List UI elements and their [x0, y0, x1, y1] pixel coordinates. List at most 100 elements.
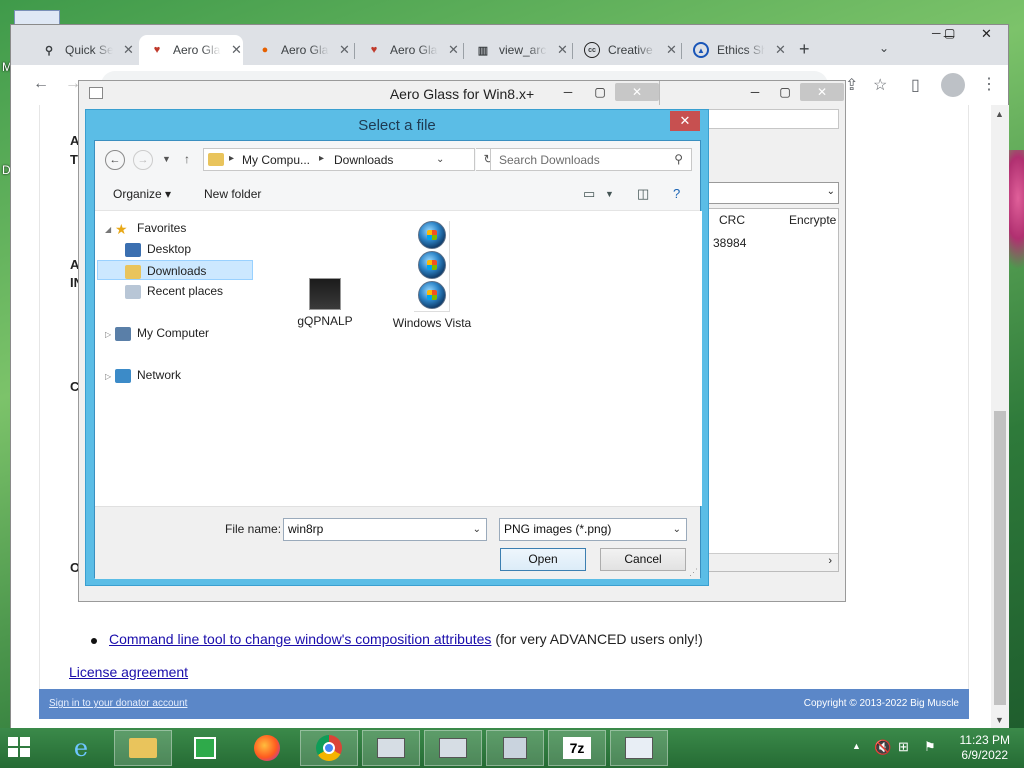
browser-minimize-button[interactable]: ─ — [932, 26, 941, 40]
app-maximize-button[interactable]: ▢ — [585, 83, 615, 101]
expand-icon[interactable]: ▷ — [105, 367, 115, 387]
bookmark-star-icon[interactable]: ☆ — [873, 75, 887, 95]
new-tab-button[interactable]: + — [799, 39, 810, 60]
app-window-icon[interactable] — [610, 730, 668, 766]
file-name: Windows Vista — [392, 316, 472, 330]
close-tab-icon[interactable]: ✕ — [339, 42, 350, 58]
chrome-icon[interactable] — [300, 730, 358, 766]
file-type-select[interactable]: PNG images (*.png) ⌄ — [499, 518, 687, 541]
close-tab-icon[interactable]: ✕ — [448, 42, 459, 58]
help-icon[interactable]: ? — [673, 186, 680, 201]
network-tool-icon[interactable] — [486, 730, 544, 766]
menu-kebab-icon[interactable]: ⋮ — [981, 74, 997, 94]
file-item[interactable]: gQPNALP — [280, 278, 370, 328]
dialog-close-button[interactable]: ✕ — [670, 111, 700, 131]
app-minimize-button[interactable]: ─ — [553, 83, 583, 101]
preview-pane-icon[interactable]: ◫ — [637, 186, 649, 202]
expand-icon[interactable]: ▷ — [105, 325, 115, 345]
scroll-up-icon[interactable]: ▲ — [995, 109, 1004, 119]
scroll-thumb[interactable] — [994, 411, 1006, 705]
nav-favorites[interactable]: ◢ ★ Favorites — [105, 218, 186, 238]
column-header-encrypted[interactable]: Encrypte — [789, 213, 836, 227]
performance-monitor-icon[interactable] — [424, 730, 482, 766]
tab-aero-glass-active[interactable]: ♥ Aero Gla ✕ — [139, 35, 243, 65]
side-panel-icon[interactable]: ▯ — [911, 75, 920, 95]
nav-recent-places[interactable]: Recent places — [125, 281, 223, 301]
close-tab-icon[interactable]: ✕ — [123, 42, 134, 58]
action-center-icon[interactable]: ⚑ — [924, 739, 936, 768]
composition-tool-link[interactable]: Command line tool to change window's com… — [109, 631, 491, 647]
open-button[interactable]: Open — [500, 548, 586, 571]
tab-title: Creative — [608, 43, 653, 57]
bg-maximize-button[interactable]: ▢ — [770, 83, 800, 101]
donator-signin-link[interactable]: Sign in to your donator account — [49, 698, 187, 709]
chevron-down-icon[interactable]: ▼ — [605, 189, 614, 199]
file-item[interactable]: Windows Vista — [387, 219, 477, 330]
7zip-icon[interactable]: 7z — [548, 730, 606, 766]
chevron-down-icon[interactable]: ⌄ — [473, 519, 481, 540]
chevron-down-icon[interactable]: ⌄ — [436, 154, 444, 165]
collapse-icon[interactable]: ◢ — [105, 220, 115, 240]
tab-aero-glass-2[interactable]: ● Aero Gla ✕ — [247, 35, 352, 65]
network-status-icon[interactable]: ⊞ — [898, 739, 909, 768]
forward-icon[interactable]: → — [133, 150, 153, 170]
cancel-button[interactable]: Cancel — [600, 548, 686, 571]
bg-close-button[interactable]: ✕ — [800, 83, 844, 101]
start-button[interactable] — [8, 737, 32, 759]
scroll-right-icon[interactable]: › — [828, 555, 832, 567]
tab-creative[interactable]: cc Creative ✕ — [574, 35, 680, 65]
nav-desktop[interactable]: Desktop — [125, 239, 191, 259]
taskbar: e 7z ▲ 🔇 ⊞ ⚑ 11:23 PM 6/9/2022 — [0, 728, 1024, 768]
breadcrumb[interactable]: ▸ My Compu... ▸ Downloads ⌄ ↻ — [203, 148, 502, 171]
file-explorer-icon[interactable] — [114, 730, 172, 766]
back-icon[interactable]: ← — [33, 75, 49, 93]
internet-explorer-icon[interactable]: e — [52, 730, 110, 766]
nav-downloads[interactable]: Downloads — [97, 260, 253, 280]
breadcrumb-downloads[interactable]: Downloads — [334, 153, 393, 167]
page-scrollbar[interactable]: ▲ ▼ — [991, 105, 1009, 729]
bg-minimize-button[interactable]: ─ — [740, 83, 770, 101]
breadcrumb-my-computer[interactable]: My Compu... — [242, 153, 310, 167]
breadcrumb-separator-icon[interactable]: ▸ — [319, 153, 324, 164]
resize-grip-icon[interactable]: ⋰ — [689, 567, 698, 578]
firefox-icon[interactable] — [238, 730, 296, 766]
breadcrumb-separator-icon[interactable]: ▸ — [229, 153, 234, 164]
search-input[interactable]: Search Downloads ⚲ — [490, 148, 692, 171]
license-agreement-link[interactable]: License agreement — [69, 664, 188, 680]
horizontal-scrollbar[interactable]: › — [705, 553, 838, 571]
close-tab-icon[interactable]: ✕ — [557, 42, 568, 58]
tab-view-archive[interactable]: ▥ view_arc ✕ — [465, 35, 571, 65]
app-close-button[interactable]: ✕ — [615, 83, 659, 101]
bigmuscle-icon: ♥ — [153, 44, 161, 56]
background-combobox[interactable]: ⌄ — [704, 182, 839, 204]
tab-quick-search[interactable]: ⚲ Quick Se ✕ — [31, 35, 136, 65]
up-icon[interactable]: ↑ — [184, 152, 190, 166]
nav-label: My Computer — [137, 326, 210, 340]
tab-aero-glass-3[interactable]: ♥ Aero Gla ✕ — [356, 35, 461, 65]
tab-search-dropdown-icon[interactable]: ⌄ — [879, 41, 889, 55]
speaker-muted-icon[interactable]: 🔇 — [874, 739, 891, 768]
browser-maximize-button[interactable]: ▢ — [944, 26, 955, 40]
new-folder-button[interactable]: New folder — [204, 187, 261, 201]
tab-ethics[interactable]: ▲ Ethics Sh ✕ — [683, 35, 791, 65]
close-tab-icon[interactable]: ✕ — [775, 42, 786, 58]
app-titlebar[interactable]: Aero Glass for Win8.x+ ─ ▢ ✕ ─ ▢ ✕ — [79, 81, 845, 105]
close-tab-icon[interactable]: ✕ — [231, 42, 242, 58]
scroll-down-icon[interactable]: ▼ — [995, 715, 1004, 725]
column-header-crc[interactable]: CRC — [719, 213, 745, 227]
profile-avatar[interactable] — [941, 73, 965, 97]
nav-network[interactable]: ▷ Network — [105, 365, 181, 385]
back-icon[interactable]: ← — [105, 150, 125, 170]
performance-monitor-icon[interactable] — [362, 730, 420, 766]
tray-overflow-icon[interactable]: ▲ — [852, 741, 861, 768]
clock[interactable]: 11:23 PM 6/9/2022 — [960, 733, 1010, 763]
nav-my-computer[interactable]: ▷ My Computer — [105, 323, 209, 343]
share-icon[interactable]: ⇪ — [845, 75, 858, 95]
store-icon[interactable] — [176, 730, 234, 766]
file-name-field[interactable]: win8rp ⌄ — [283, 518, 487, 541]
recent-locations-icon[interactable]: ▼ — [162, 154, 171, 164]
organize-button[interactable]: Organize ▾ — [113, 187, 171, 201]
view-options-icon[interactable]: ▭ — [583, 186, 595, 202]
browser-close-button[interactable]: ✕ — [981, 26, 992, 42]
close-tab-icon[interactable]: ✕ — [666, 42, 677, 58]
